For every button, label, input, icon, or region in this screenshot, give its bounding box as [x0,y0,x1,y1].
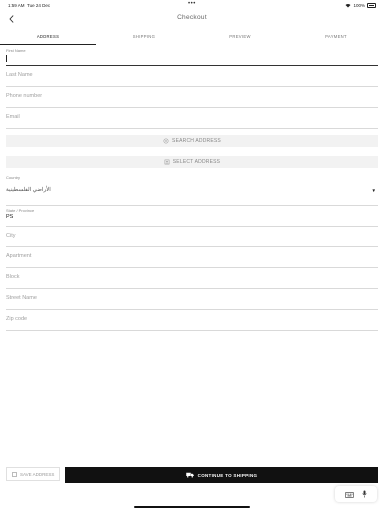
text-caret [6,55,7,62]
country-select[interactable]: Country الأراضي الفلسطينية ▼ [6,174,378,206]
battery-percent: 100% [353,3,365,8]
continue-to-shipping-button[interactable]: CONTINUE TO SHIPPING [65,467,378,483]
keyboard-icon[interactable] [345,485,354,503]
checkbox-icon[interactable] [12,471,17,477]
header: Checkout [0,10,384,28]
truck-icon [185,472,194,478]
tab-shipping[interactable]: SHIPPING [96,31,192,45]
first-name-field[interactable]: First Name [6,47,378,66]
phone-field[interactable]: Phone number [6,88,378,108]
status-bar: 1:59 AM Tue 24 Dec ••• 100% [0,0,384,10]
tab-address[interactable]: ADDRESS [0,31,96,45]
email-placeholder: Email [6,114,20,120]
state-value: PS [6,214,14,220]
select-address-button[interactable]: SELECT ADDRESS [6,156,378,168]
state-label: State / Province [6,208,35,213]
keyboard-assistant [335,486,377,502]
search-address-button[interactable]: SEARCH ADDRESS [6,135,378,147]
address-book-icon [164,159,170,165]
street-field[interactable]: Street Name [6,290,378,310]
search-address-label: SEARCH ADDRESS [172,138,221,144]
wifi-icon [345,3,351,8]
first-name-label: First Name [6,48,26,53]
battery-icon [367,3,376,8]
microphone-icon[interactable] [362,485,367,503]
country-label: Country [6,175,21,180]
multitasking-dots[interactable]: ••• [188,1,196,7]
save-address-label: SAVE ADDRESS [20,471,55,477]
continue-label: CONTINUE TO SHIPPING [197,472,258,478]
save-address-button[interactable]: SAVE ADDRESS [6,467,60,481]
state-field[interactable]: State / Province PS [6,207,378,227]
location-icon [163,138,169,144]
status-right: 100% [345,3,376,8]
apartment-placeholder: Apartment [6,253,32,259]
page-title: Checkout [177,14,207,21]
chevron-down-icon: ▼ [371,188,376,193]
country-value: الأراضي الفلسطينية [6,187,51,193]
city-placeholder: City [6,233,16,239]
last-name-field[interactable]: Last Name [6,67,378,87]
last-name-placeholder: Last Name [6,72,33,78]
status-time: 1:59 AM Tue 24 Dec [8,3,51,8]
zip-field[interactable]: Zip code [6,311,378,331]
street-placeholder: Street Name [6,295,37,301]
tab-payment[interactable]: PAYMENT [288,31,384,45]
city-field[interactable]: City [6,228,378,247]
block-field[interactable]: Block [6,269,378,289]
email-field[interactable]: Email [6,109,378,129]
home-indicator[interactable] [134,506,250,508]
block-placeholder: Block [6,274,20,280]
zip-placeholder: Zip code [6,316,28,322]
phone-placeholder: Phone number [6,93,43,99]
tab-preview[interactable]: PREVIEW [192,31,288,45]
apartment-field[interactable]: Apartment [6,248,378,268]
select-address-label: SELECT ADDRESS [172,159,221,165]
checkout-steps: ADDRESS SHIPPING PREVIEW PAYMENT [0,31,384,45]
